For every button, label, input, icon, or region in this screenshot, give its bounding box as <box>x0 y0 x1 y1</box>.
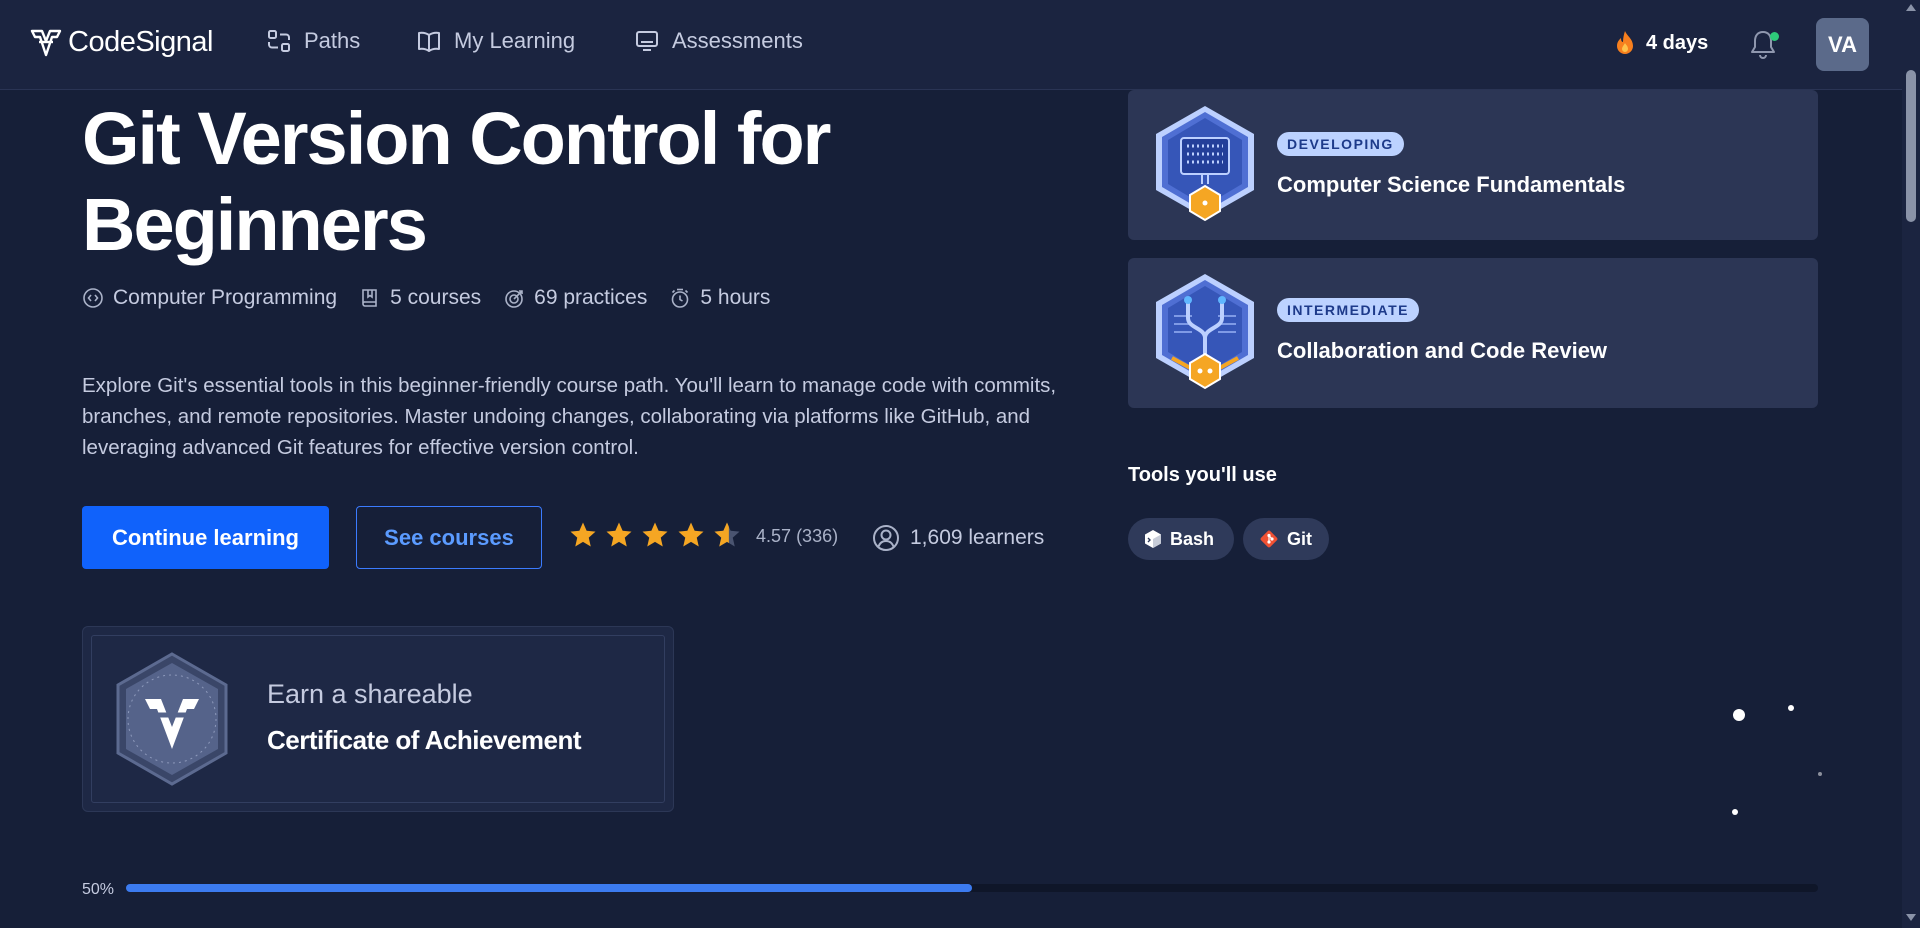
continue-learning-button[interactable]: Continue learning <box>82 506 329 569</box>
certificate-line-2: Certificate of Achievement <box>267 725 582 755</box>
scroll-down-arrow-icon[interactable] <box>1906 914 1916 921</box>
rating-value: 4.57 <box>756 526 792 546</box>
learners-count: 1,609 learners <box>872 524 1044 552</box>
scroll-up-arrow-icon[interactable] <box>1906 4 1916 11</box>
nav-my-learning-label: My Learning <box>454 28 576 53</box>
see-courses-button[interactable]: See courses <box>356 506 542 569</box>
notification-dot <box>1770 32 1779 41</box>
nav-assessments-label: Assessments <box>672 28 803 53</box>
path-title: Git Version Control for Beginners <box>82 97 831 266</box>
level-badge: DEVELOPING <box>1277 132 1404 156</box>
meta-practices-label: 69 practices <box>534 286 648 309</box>
timer-icon <box>672 288 689 308</box>
meta-duration: 5 hours <box>669 286 770 310</box>
top-navigation-bar: CodeSignal Paths My Learning Assessments… <box>0 0 1902 90</box>
star-icon <box>606 522 632 547</box>
streak-text: 4 days <box>1646 31 1709 54</box>
progress-percent: 50% <box>82 881 115 898</box>
certificate-badge-icon <box>116 652 228 786</box>
skill-title: Computer Science Fundamentals <box>1277 172 1626 197</box>
nav-assessments[interactable]: Assessments <box>634 28 803 54</box>
code-circle-icon <box>83 288 103 308</box>
path-description: Explore Git's essential tools in this be… <box>82 374 1057 459</box>
tool-chip-git[interactable]: Git <box>1243 518 1329 560</box>
star-icon <box>678 522 704 547</box>
target-icon <box>505 290 523 308</box>
certificate-line-1: Earn a shareable <box>267 679 473 709</box>
star-icon <box>642 522 668 547</box>
skill-card-intermediate[interactable]: INTERMEDIATE Collaboration and Code Revi… <box>1128 258 1818 408</box>
scrollbar-thumb[interactable] <box>1906 70 1916 222</box>
nav-paths-label: Paths <box>304 28 361 53</box>
streak-indicator[interactable]: 4 days <box>1614 30 1708 56</box>
star-half-icon <box>714 522 740 547</box>
nav-paths[interactable]: Paths <box>266 28 360 54</box>
avatar-initials: VA <box>1828 31 1857 57</box>
meta-practices: 69 practices <box>503 286 647 310</box>
book-icon <box>362 289 377 307</box>
rating-stars <box>568 520 742 550</box>
meta-duration-label: 5 hours <box>700 286 771 309</box>
progress-bar <box>126 884 1818 892</box>
nav-my-learning[interactable]: My Learning <box>416 28 575 54</box>
tool-git-label: Git <box>1287 528 1312 549</box>
user-circle-icon <box>873 525 899 551</box>
git-icon <box>1260 530 1278 548</box>
page-scrollbar[interactable] <box>1902 0 1920 928</box>
certificate-card: Earn a shareable Certificate of Achievem… <box>82 626 674 812</box>
bash-icon <box>1145 530 1161 548</box>
level-badge: INTERMEDIATE <box>1277 298 1419 322</box>
book-open-icon <box>418 31 440 52</box>
flame-icon <box>1617 31 1633 54</box>
progress-bar-fill <box>126 884 972 892</box>
user-avatar[interactable]: VA <box>1816 18 1869 71</box>
meta-courses: 5 courses <box>359 286 481 310</box>
codesignal-logo[interactable]: CodeSignal <box>30 26 213 59</box>
decorative-dot <box>1818 772 1822 776</box>
decorative-dot <box>1788 705 1794 711</box>
meta-category-label: Computer Programming <box>113 286 338 309</box>
path-meta: Computer Programming 5 courses 69 practi… <box>82 286 770 310</box>
monitor-icon <box>636 31 658 51</box>
skill-title: Collaboration and Code Review <box>1277 338 1608 363</box>
tool-bash-label: Bash <box>1170 528 1215 549</box>
meta-category: Computer Programming <box>82 286 337 310</box>
decorative-dot <box>1733 709 1745 721</box>
rating-summary: 4.57 (336) <box>756 526 838 547</box>
cs-fundamentals-badge-icon <box>1156 106 1254 222</box>
meta-courses-label: 5 courses <box>390 286 482 309</box>
rating-count: (336) <box>796 526 839 546</box>
paths-icon <box>268 30 290 52</box>
skill-card-developing[interactable]: DEVELOPING Computer Science Fundamentals <box>1128 90 1818 240</box>
tools-heading: Tools you'll use <box>1128 464 1277 486</box>
learners-label: 1,609 learners <box>910 526 1045 549</box>
collaboration-badge-icon <box>1156 274 1254 390</box>
codesignal-logo-icon <box>30 29 62 56</box>
star-icon <box>570 522 596 547</box>
logo-text: CodeSignal <box>68 26 213 58</box>
decorative-dot <box>1732 809 1738 815</box>
tool-chip-bash[interactable]: Bash <box>1128 518 1234 560</box>
